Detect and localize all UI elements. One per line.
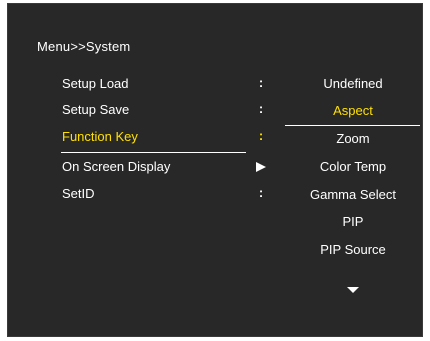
option-undefined[interactable]: Undefined xyxy=(283,76,423,92)
submenu-arrow-right-icon xyxy=(256,162,266,172)
option-pip[interactable]: PIP xyxy=(283,214,423,230)
option-aspect[interactable]: Aspect xyxy=(283,103,423,119)
option-gamma-select[interactable]: Gamma Select xyxy=(283,187,423,203)
osd-menu-panel: Menu>>System Setup Load Setup Save Funct… xyxy=(7,3,423,337)
menu-selection-underline xyxy=(61,152,246,153)
menu-item-setup-load[interactable]: Setup Load xyxy=(62,76,129,92)
option-pip-source[interactable]: PIP Source xyxy=(283,242,423,258)
breadcrumb: Menu>>System xyxy=(37,39,131,54)
scroll-down-arrow-icon[interactable] xyxy=(347,287,359,293)
separator-colon: : xyxy=(258,185,264,200)
menu-item-setup-save[interactable]: Setup Save xyxy=(62,102,129,118)
option-color-temp[interactable]: Color Temp xyxy=(283,159,423,175)
menu-item-function-key[interactable]: Function Key xyxy=(62,129,138,145)
separator-colon: : xyxy=(258,128,264,143)
option-zoom[interactable]: Zoom xyxy=(283,131,423,147)
separator-colon: : xyxy=(258,101,264,116)
separator-colon: : xyxy=(258,75,264,90)
menu-item-setid[interactable]: SetID xyxy=(62,186,95,202)
option-selection-underline xyxy=(285,125,420,126)
menu-item-on-screen-display[interactable]: On Screen Display xyxy=(62,159,170,175)
